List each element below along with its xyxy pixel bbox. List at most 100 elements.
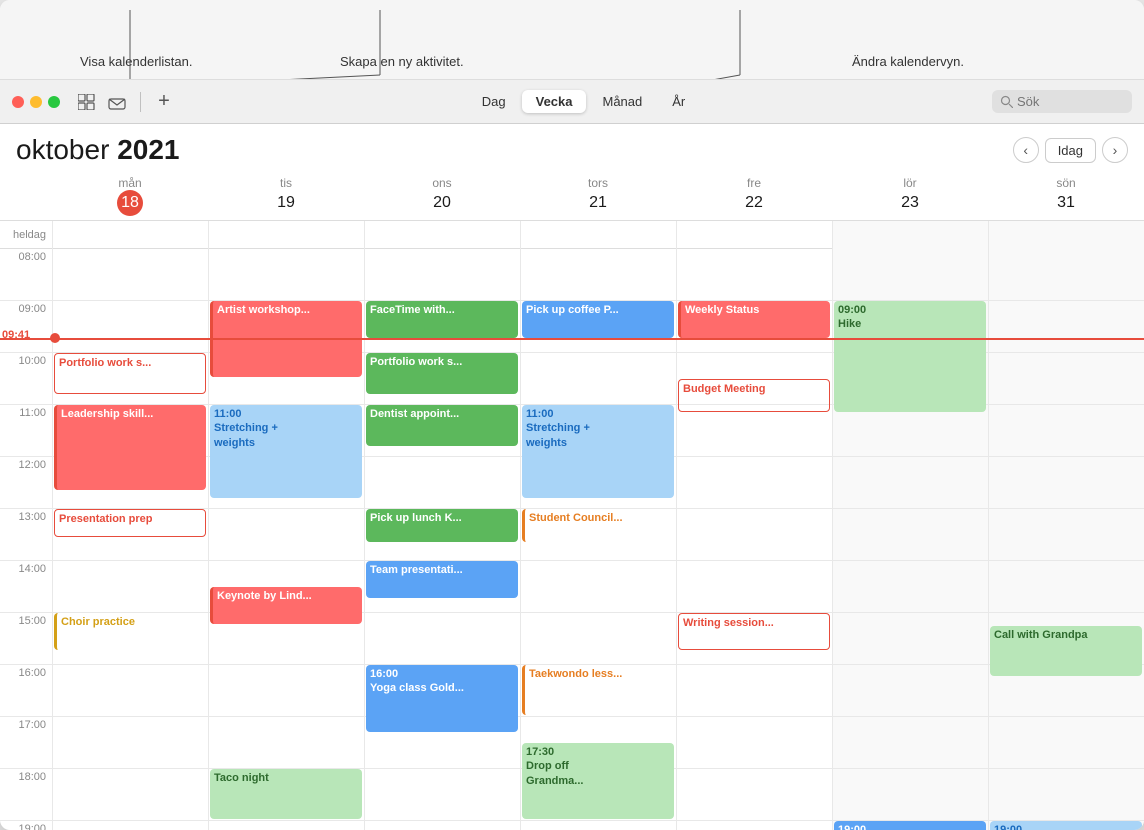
hour-cell-15:00-day2[interactable] (364, 613, 520, 664)
event-e3[interactable]: Pick up coffee P... (522, 301, 674, 338)
event-e2[interactable]: FaceTime with... (366, 301, 518, 338)
hour-cell-12:00-day6[interactable] (988, 457, 1144, 508)
hour-cell-12:00-day2[interactable] (364, 457, 520, 508)
hour-cell-13:00-day4[interactable] (676, 509, 832, 560)
event-e1[interactable]: Artist workshop... (210, 301, 362, 377)
hour-cell-12:00-day4[interactable] (676, 457, 832, 508)
hour-cell-11:00-day5[interactable] (832, 405, 988, 456)
hour-cell-11:00-day6[interactable] (988, 405, 1144, 456)
hour-cell-13:00-day1[interactable] (208, 509, 364, 560)
prev-button[interactable]: ‹ (1013, 137, 1039, 163)
search-bar[interactable] (992, 90, 1132, 113)
event-e24[interactable]: 17:30 Drop off Grandma... (522, 743, 674, 819)
hour-cell-08:00-day3[interactable] (520, 249, 676, 300)
add-event-button[interactable]: + (153, 91, 175, 113)
event-e6[interactable]: Portfolio work s... (54, 353, 206, 394)
main-window: Visa kalenderlistan. Skapa en ny aktivit… (0, 0, 1144, 830)
hour-cell-17:00-day1[interactable] (208, 717, 364, 768)
annotation-1: Visa kalenderlistan. (80, 53, 193, 71)
hour-cell-17:00-day0[interactable] (52, 717, 208, 768)
view-year-button[interactable]: År (658, 90, 699, 113)
hour-cell-18:00-day4[interactable] (676, 769, 832, 820)
hour-cell-19:00-day4[interactable] (676, 821, 832, 830)
hour-cell-08:00-day1[interactable] (208, 249, 364, 300)
hour-cell-13:00-day5[interactable] (832, 509, 988, 560)
hour-cell-18:00-day6[interactable] (988, 769, 1144, 820)
hour-cell-10:00-day6[interactable] (988, 353, 1144, 404)
event-e13[interactable]: Presentation prep (54, 509, 206, 537)
event-e20[interactable]: Call with Grandpa (990, 626, 1142, 676)
event-e17[interactable]: Team presentati... (366, 561, 518, 598)
event-e25[interactable]: 19:00 (834, 821, 986, 830)
event-e10[interactable]: 11:00 Stretching + weights (210, 405, 362, 498)
hour-cell-13:00-day6[interactable] (988, 509, 1144, 560)
event-e11[interactable]: Dentist appoint... (366, 405, 518, 446)
nav-buttons: ‹ Idag › (1013, 137, 1128, 163)
event-e12[interactable]: 11:00 Stretching + weights (522, 405, 674, 498)
hour-cell-16:00-day1[interactable] (208, 665, 364, 716)
toolbar-separator (140, 92, 141, 112)
event-e23[interactable]: Taco night (210, 769, 362, 819)
hour-cell-09:00-day6[interactable] (988, 301, 1144, 352)
event-e8[interactable]: Budget Meeting (678, 379, 830, 412)
maximize-button[interactable] (48, 96, 60, 108)
hour-cell-19:00-day0[interactable] (52, 821, 208, 830)
event-e21[interactable]: 16:00 Yoga class Gold... (366, 665, 518, 732)
hour-cell-14:00-day0[interactable] (52, 561, 208, 612)
allday-label: heldag (0, 221, 52, 249)
hour-cell-08:00-day6[interactable] (988, 249, 1144, 300)
toolbar: + Dag Vecka Månad År (0, 80, 1144, 124)
hour-cell-14:00-day4[interactable] (676, 561, 832, 612)
calendar-list-icon[interactable] (76, 91, 98, 113)
hour-cell-12:00-day5[interactable] (832, 457, 988, 508)
hour-cell-18:00-day0[interactable] (52, 769, 208, 820)
hour-cell-19:00-day1[interactable] (208, 821, 364, 830)
hour-cell-18:00-day2[interactable] (364, 769, 520, 820)
hour-cell-17:00-day5[interactable] (832, 717, 988, 768)
search-input[interactable] (1017, 94, 1117, 109)
hour-cell-17:00-day4[interactable] (676, 717, 832, 768)
hour-cell-08:00-day0[interactable] (52, 249, 208, 300)
view-day-button[interactable]: Dag (468, 90, 520, 113)
event-e4[interactable]: Weekly Status (678, 301, 830, 338)
event-e22[interactable]: Taekwondo less... (522, 665, 674, 715)
hour-cell-14:00-day3[interactable] (520, 561, 676, 612)
hour-cell-08:00-day5[interactable] (832, 249, 988, 300)
view-month-button[interactable]: Månad (588, 90, 656, 113)
event-e7[interactable]: Portfolio work s... (366, 353, 518, 394)
today-button[interactable]: Idag (1045, 138, 1096, 163)
day-headers: mån18tis19ons20tors21fre22lör23sön31 (0, 172, 1144, 221)
hour-cell-15:00-day3[interactable] (520, 613, 676, 664)
hour-cell-09:00-day0[interactable] (52, 301, 208, 352)
event-e26[interactable]: 19:00 (990, 821, 1142, 830)
hour-cell-11:00-day4[interactable] (676, 405, 832, 456)
hour-cell-17:00-day6[interactable] (988, 717, 1144, 768)
view-week-button[interactable]: Vecka (522, 90, 587, 113)
event-e14[interactable]: Pick up lunch K... (366, 509, 518, 542)
hour-cell-19:00-day3[interactable] (520, 821, 676, 830)
hour-cell-16:00-day4[interactable] (676, 665, 832, 716)
calendar-body[interactable]: heldag 08:0009:0010:0011:0012:0013:0014:… (0, 221, 1144, 830)
month-title: oktober 2021 (16, 134, 179, 166)
event-e16[interactable]: Keynote by Lind... (210, 587, 362, 624)
close-button[interactable] (12, 96, 24, 108)
hour-cell-14:00-day5[interactable] (832, 561, 988, 612)
hour-cell-16:00-day5[interactable] (832, 665, 988, 716)
hour-cell-08:00-day4[interactable] (676, 249, 832, 300)
event-e9[interactable]: Leadership skill... (54, 405, 206, 490)
event-e15[interactable]: Student Council... (522, 509, 674, 542)
hour-cell-15:00-day5[interactable] (832, 613, 988, 664)
inbox-icon[interactable] (106, 91, 128, 113)
hour-cell-18:00-day5[interactable] (832, 769, 988, 820)
hour-cell-19:00-day2[interactable] (364, 821, 520, 830)
annotation-bar: Visa kalenderlistan. Skapa en ny aktivit… (0, 0, 1144, 80)
hour-cell-10:00-day3[interactable] (520, 353, 676, 404)
event-e5[interactable]: 09:00 Hike (834, 301, 986, 412)
next-button[interactable]: › (1102, 137, 1128, 163)
hour-cell-08:00-day2[interactable] (364, 249, 520, 300)
event-e18[interactable]: Choir practice (54, 613, 206, 650)
event-e19[interactable]: Writing session... (678, 613, 830, 650)
hour-cell-16:00-day0[interactable] (52, 665, 208, 716)
minimize-button[interactable] (30, 96, 42, 108)
hour-cell-14:00-day6[interactable] (988, 561, 1144, 612)
